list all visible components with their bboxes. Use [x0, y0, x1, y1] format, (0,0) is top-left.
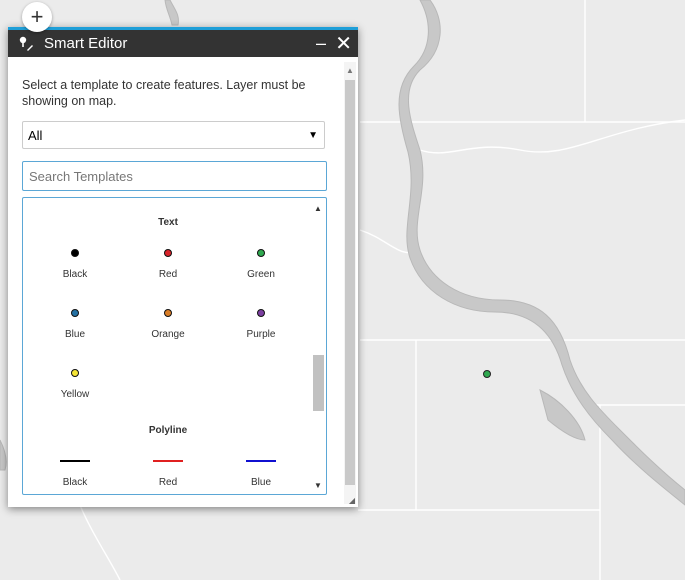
map-feature-point[interactable]: [483, 370, 491, 378]
template-picker: Text Black Red Green Blue Orange Purple …: [22, 197, 327, 495]
template-label: Black: [62, 269, 88, 280]
template-text-yellow[interactable]: Yellow: [30, 363, 120, 400]
panel-scrollbar[interactable]: ▲: [344, 62, 356, 504]
smart-editor-panel: Smart Editor – ✕ Select a template to cr…: [8, 27, 358, 507]
close-button[interactable]: ✕: [335, 31, 352, 56]
point-symbol-icon: [71, 309, 79, 317]
template-label: Blue: [250, 477, 271, 488]
panel-body: Select a template to create features. La…: [8, 57, 342, 507]
template-scrollbar[interactable]: ▲ ▼: [312, 202, 324, 490]
point-symbol-icon: [164, 309, 172, 317]
editor-pencil-icon: [14, 30, 38, 57]
dropdown-arrow-icon: ▼: [308, 129, 318, 141]
point-symbol-icon: [164, 249, 172, 257]
scroll-down-arrow-icon[interactable]: ▼: [314, 481, 322, 490]
filter-selected-value: All: [28, 127, 43, 143]
template-text-purple[interactable]: Purple: [216, 303, 306, 340]
template-text-blue[interactable]: Blue: [30, 303, 120, 340]
minimize-button[interactable]: –: [316, 33, 326, 54]
point-symbol-icon: [257, 249, 265, 257]
line-symbol-icon: [153, 460, 183, 462]
template-polyline-black[interactable]: Black: [30, 451, 120, 488]
template-text-black[interactable]: Black: [30, 243, 120, 280]
zoom-in-button[interactable]: +: [22, 2, 52, 32]
instructions-text: Select a template to create features. La…: [22, 78, 306, 108]
point-symbol-icon: [71, 249, 79, 257]
panel-scroll-thumb[interactable]: [345, 80, 355, 485]
point-symbol-icon: [71, 369, 79, 377]
template-text-red[interactable]: Red: [123, 243, 213, 280]
panel-title: Smart Editor: [44, 35, 128, 52]
template-text-green[interactable]: Green: [216, 243, 306, 280]
template-label: Red: [158, 269, 178, 280]
line-symbol-icon: [246, 460, 276, 462]
point-symbol-icon: [257, 309, 265, 317]
line-symbol-icon: [60, 460, 90, 462]
scroll-up-arrow-icon[interactable]: ▲: [314, 204, 322, 213]
template-polyline-red[interactable]: Red: [123, 451, 213, 488]
template-label: Black: [62, 477, 88, 488]
template-scroll-thumb[interactable]: [313, 355, 324, 411]
group-title-text: Text: [158, 217, 178, 228]
template-label: Green: [247, 269, 275, 280]
panel-scroll-up-icon[interactable]: ▲: [346, 66, 354, 75]
template-label: Yellow: [60, 389, 90, 400]
panel-titlebar[interactable]: Smart Editor – ✕: [8, 30, 358, 57]
template-label: Purple: [246, 329, 276, 340]
plus-icon: +: [30, 4, 44, 29]
template-label: Orange: [151, 329, 185, 340]
template-label: Red: [158, 477, 178, 488]
template-label: Blue: [64, 329, 85, 340]
template-filter-select[interactable]: All ▼: [22, 121, 325, 149]
resize-grip-icon[interactable]: ◢: [349, 496, 355, 505]
group-title-polyline: Polyline: [148, 425, 188, 436]
template-text-orange[interactable]: Orange: [123, 303, 213, 340]
template-polyline-blue[interactable]: Blue: [216, 451, 306, 488]
search-templates-input[interactable]: [22, 161, 327, 191]
